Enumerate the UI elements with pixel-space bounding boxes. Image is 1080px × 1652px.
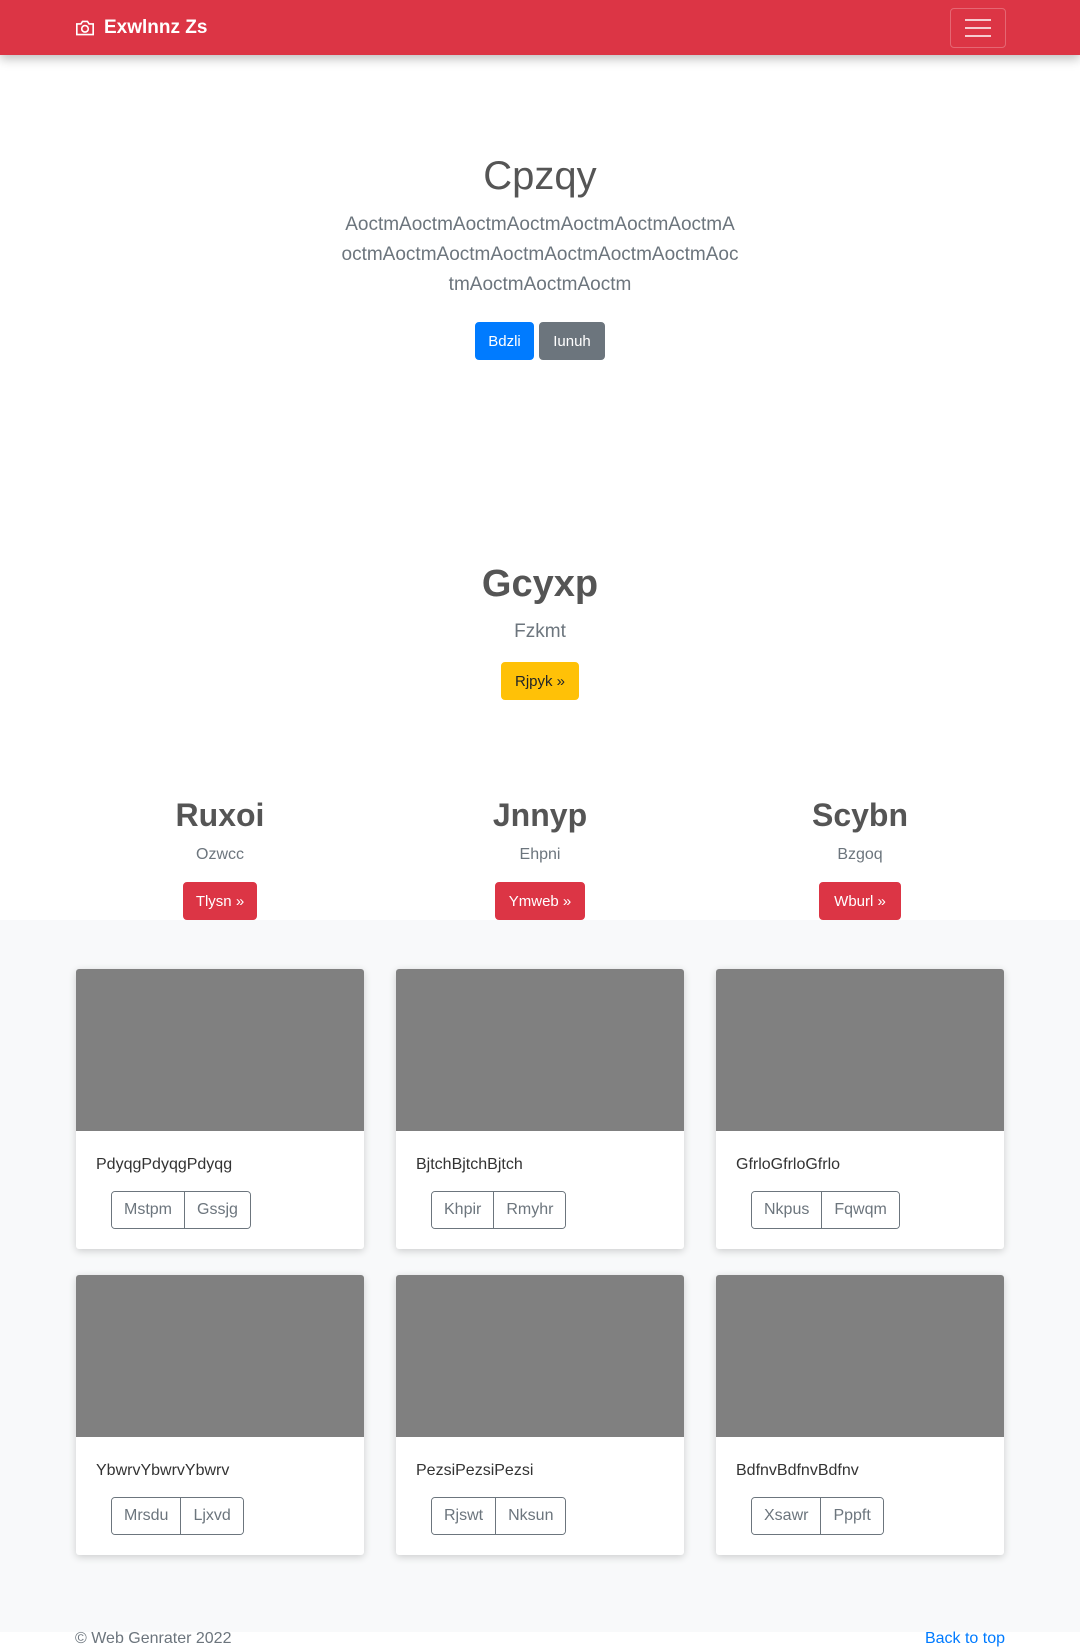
thumbnail-placeholder (396, 1275, 684, 1437)
column-text: Ehpni (519, 846, 561, 863)
card-edit-button[interactable]: Ljxvd (180, 1498, 243, 1534)
card-text: BdfnvBdfnvBdfnv (736, 1462, 859, 1479)
card: BjtchBjtchBjtch Khpir Rmyhr (396, 969, 684, 1249)
brand-link[interactable]: Exwlnnz Zs (75, 15, 207, 41)
card-view-button[interactable]: Nkpus (752, 1192, 822, 1228)
card-edit-button[interactable]: Gssjg (184, 1192, 250, 1228)
card: BdfnvBdfnvBdfnv Xsawr Pppft (716, 1275, 1004, 1555)
feature-subtitle: Fzkmt (514, 621, 566, 642)
card-text: PezsiPezsiPezsi (416, 1462, 534, 1479)
card-view-button[interactable]: Rjswt (432, 1498, 496, 1534)
card-edit-button[interactable]: Nksun (495, 1498, 566, 1534)
card: PdyqgPdyqgPdyqg Mstpm Gssjg (76, 969, 364, 1249)
thumbnail-placeholder (396, 969, 684, 1131)
feature-button[interactable]: Rjpyk » (501, 662, 579, 700)
feature-title: Gcyxp (481, 563, 599, 605)
back-to-top-link[interactable]: Back to top (925, 1630, 1005, 1648)
camera-icon (76, 20, 94, 36)
card-edit-button[interactable]: Fqwqm (821, 1192, 899, 1228)
card-button-group: Xsawr Pppft (751, 1497, 884, 1535)
thumbnail-placeholder (716, 969, 1004, 1131)
card-text: YbwrvYbwrvYbwrv (96, 1462, 230, 1479)
column-title: Jnnyp (492, 797, 588, 833)
column-text: Bzgoq (837, 846, 883, 863)
hero-title: Cpzqy (483, 154, 597, 198)
brand-name: Exwlnnz Zs (104, 17, 208, 38)
card-button-group: Nkpus Fqwqm (751, 1191, 900, 1229)
card: YbwrvYbwrvYbwrv Mrsdu Ljxvd (76, 1275, 364, 1555)
card: GfrloGfrloGfrlo Nkpus Fqwqm (716, 969, 1004, 1249)
hamburger-menu-icon (965, 19, 991, 21)
card-text: GfrloGfrloGfrlo (736, 1156, 841, 1173)
column-button[interactable]: Ymweb » (495, 882, 585, 920)
card-view-button[interactable]: Khpir (432, 1192, 494, 1228)
card-edit-button[interactable]: Rmyhr (493, 1192, 566, 1228)
hero-primary-button[interactable]: Bdzli (475, 322, 534, 360)
card-text: PdyqgPdyqgPdyqg (96, 1156, 233, 1173)
column-title: Scybn (811, 797, 909, 833)
card: PezsiPezsiPezsi Rjswt Nksun (396, 1275, 684, 1555)
card-button-group: Khpir Rmyhr (431, 1191, 567, 1229)
card-view-button[interactable]: Mrsdu (112, 1498, 181, 1534)
footer-copyright: © Web Genrater 2022 (75, 1630, 232, 1647)
column-text: Ozwcc (196, 846, 244, 863)
card-edit-button[interactable]: Pppft (820, 1498, 883, 1534)
card-view-button[interactable]: Xsawr (752, 1498, 821, 1534)
thumbnail-placeholder (716, 1275, 1004, 1437)
card-button-group: Mrsdu Ljxvd (111, 1497, 244, 1535)
navbar: Exwlnnz Zs (0, 0, 1080, 55)
thumbnail-placeholder (76, 1275, 364, 1437)
card-view-button[interactable]: Mstpm (112, 1192, 184, 1228)
column-button[interactable]: Wburl » (819, 882, 901, 920)
column-button[interactable]: Tlysn » (183, 882, 257, 920)
hero-secondary-button[interactable]: Iunuh (539, 322, 605, 360)
column-title: Ruxoi (175, 797, 265, 833)
card-button-group: Rjswt Nksun (431, 1497, 567, 1535)
album-section: PdyqgPdyqgPdyqg Mstpm Gssjg BjtchBjtchBj… (0, 920, 1080, 1632)
card-button-group: Mstpm Gssjg (111, 1191, 251, 1229)
navbar-toggler-button[interactable] (950, 8, 1006, 48)
thumbnail-placeholder (76, 969, 364, 1131)
card-text: BjtchBjtchBjtch (416, 1156, 523, 1173)
hero-lead: AoctmAoctmAoctmAoctmAoctmAoctmAoctmAoctm… (341, 214, 739, 295)
